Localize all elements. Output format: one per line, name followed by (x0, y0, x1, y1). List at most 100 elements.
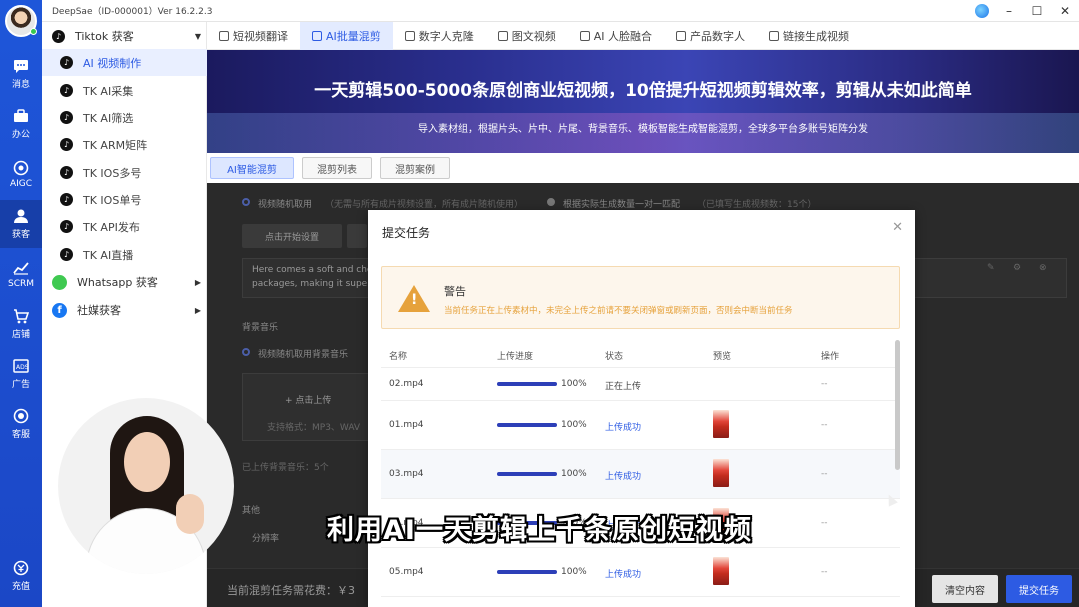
briefcase-icon (13, 108, 29, 124)
hero-banner: 一天剪辑500-5000条原创商业短视频，10倍提升短视频剪辑效率，剪辑从未如此… (207, 50, 1079, 153)
sidebar-group-label: Whatsapp 获客 (77, 276, 158, 289)
row-action[interactable]: -- (821, 420, 828, 430)
sidebar-item-tk-collect[interactable]: ♪ TK AI采集 (42, 77, 207, 104)
nav-item-scrm[interactable]: SCRM (0, 250, 42, 298)
column-preview: 预览 (713, 352, 732, 362)
radio-random-video[interactable] (242, 198, 250, 206)
sample-text-line-1: Here comes a soft and che (252, 265, 373, 275)
minimize-icon[interactable]: – (995, 0, 1023, 22)
bgm-random-label: 视频随机取用背景音乐 (258, 350, 349, 360)
sidebar-item-label: TK IOS多号 (83, 166, 142, 180)
tab-video-translate[interactable]: 短视频翻译 (207, 22, 300, 50)
tab-label: 短视频翻译 (233, 29, 288, 43)
secondary-setting-button[interactable] (347, 224, 367, 248)
remove-icon[interactable]: ⊗ (1039, 263, 1047, 273)
nav-item-recharge[interactable]: 充值 (0, 552, 42, 600)
video-thumbnail[interactable] (713, 459, 729, 487)
tab-ai-batch-mix[interactable]: AI批量混剪 (300, 21, 393, 50)
globe-icon[interactable] (975, 4, 989, 18)
close-icon[interactable]: ✕ (1051, 0, 1079, 22)
clear-content-button[interactable]: 清空内容 (932, 575, 998, 603)
tiktok-icon: ♪ (60, 220, 73, 233)
presenter-video (58, 398, 234, 574)
banner-title: 一天剪辑500-5000条原创商业短视频，10倍提升短视频剪辑效率，剪辑从未如此… (314, 81, 972, 101)
progress-fill (497, 472, 557, 476)
upload-status: 上传成功 (605, 472, 642, 482)
tab-label: AI批量混剪 (326, 29, 381, 43)
nav-label: 客服 (11, 430, 30, 440)
sidebar-group-tiktok[interactable]: ♪ Tiktok 获客 ▼ (42, 23, 207, 49)
table-row: 05.mp4 100% 上传成功 -- (381, 548, 900, 597)
whatsapp-icon (52, 274, 67, 290)
users-icon (13, 208, 29, 224)
cost-label: 当前混剪任务需花费：￥3 (227, 584, 355, 597)
sidebar-item-label: TK AI采集 (83, 84, 134, 98)
nav-label: 获客 (11, 230, 30, 240)
subtab-mix-cases[interactable]: 混剪案例 (380, 157, 450, 179)
tab-product-human[interactable]: 产品数字人 (664, 22, 757, 50)
tiktok-icon: ♪ (60, 193, 73, 206)
headset-icon (13, 408, 29, 424)
nav-item-messages[interactable]: 消息 (0, 50, 42, 98)
tiktok-icon: ♪ (52, 29, 65, 43)
start-setting-button[interactable]: 点击开始设置 (242, 224, 342, 248)
upload-status: 正在上传 (605, 382, 642, 392)
tab-digital-human[interactable]: 数字人克隆 (393, 22, 486, 50)
bgm-count-label: 已上传背景音乐：5个 (242, 463, 329, 473)
tab-icon (219, 30, 229, 41)
video-caption: 利用AI一天剪辑上千条原创短视频 (327, 515, 752, 546)
nav-item-store[interactable]: 店铺 (0, 300, 42, 348)
edit-icon[interactable]: ✎ (987, 263, 995, 273)
sidebar-group-whatsapp[interactable]: Whatsapp 获客 ▶ (42, 269, 207, 295)
bgm-section-title: 背景音乐 (242, 323, 279, 333)
nav-item-office[interactable]: 办公 (0, 100, 42, 148)
row-action[interactable]: -- (821, 379, 828, 389)
tab-label: 产品数字人 (690, 29, 746, 43)
maximize-icon[interactable]: ☐ (1023, 0, 1051, 22)
cart-icon (13, 308, 29, 324)
sidebar-group-social[interactable]: f 社媒获客 ▶ (42, 297, 207, 323)
sidebar-item-tk-ios-single[interactable]: ♪ TK IOS单号 (42, 186, 207, 213)
progress-bar (497, 382, 557, 386)
video-thumbnail[interactable] (713, 557, 729, 585)
close-icon[interactable]: ✕ (892, 220, 903, 235)
tab-face-fusion[interactable]: AI 人脸融合 (568, 22, 664, 50)
settings-icon[interactable]: ⚙ (1013, 263, 1021, 273)
sidebar-item-tk-live[interactable]: ♪ TK AI直播 (42, 241, 207, 268)
sidebar-item-label: TK AI直播 (83, 248, 134, 262)
nav-label: 充值 (11, 582, 30, 592)
option-match-hint: （已填写生成视频数：15个） (697, 200, 817, 210)
nav-item-aigc[interactable]: AIGC (0, 150, 42, 198)
table-row: 01.mp4 100% 上传成功 -- (381, 401, 900, 450)
sidebar-item-label: AI 视频制作 (83, 56, 142, 70)
progress-text: 100% (561, 420, 587, 430)
sidebar-item-tk-filter[interactable]: ♪ TK AI筛选 (42, 104, 207, 131)
table-header: 名称 上传进度 状态 预览 操作 (381, 340, 900, 368)
table-row: 02.mp4 100% 正在上传 -- (381, 368, 900, 401)
nav-item-service[interactable]: 客服 (0, 400, 42, 448)
nav-item-ads[interactable]: ADS 广告 (0, 350, 42, 398)
tab-image-video[interactable]: 图文视频 (486, 22, 568, 50)
ads-icon: ADS (13, 358, 29, 374)
radio-random-bgm[interactable] (242, 348, 250, 356)
row-action[interactable]: -- (821, 567, 828, 577)
progress-text: 100% (561, 379, 587, 389)
sidebar-item-tk-arm[interactable]: ♪ TK ARM矩阵 (42, 131, 207, 158)
subtab-mix-list[interactable]: 混剪列表 (302, 157, 372, 179)
file-name: 01.mp4 (389, 420, 424, 430)
sidebar-item-tk-api[interactable]: ♪ TK API发布 (42, 213, 207, 240)
tab-label: AI 人脸融合 (593, 29, 653, 43)
column-progress: 上传进度 (497, 352, 534, 362)
tab-link-video[interactable]: 链接生成视频 (757, 22, 861, 50)
video-thumbnail[interactable] (713, 410, 729, 438)
sidebar-item-tk-ios-multi[interactable]: ♪ TK IOS多号 (42, 159, 207, 186)
sidebar-item-ai-video[interactable]: ♪ AI 视频制作 (42, 49, 207, 76)
table-scrollbar[interactable] (895, 340, 900, 470)
warning-title: 警告 (444, 285, 466, 298)
row-action[interactable]: -- (821, 469, 828, 479)
subtab-ai-smart-mix[interactable]: AI智能混剪 (210, 157, 294, 179)
column-status: 状态 (605, 352, 624, 362)
submit-task-button[interactable]: 提交任务 (1006, 575, 1072, 603)
radio-one-to-one[interactable] (547, 198, 555, 206)
nav-item-customers[interactable]: 获客 (0, 200, 42, 248)
